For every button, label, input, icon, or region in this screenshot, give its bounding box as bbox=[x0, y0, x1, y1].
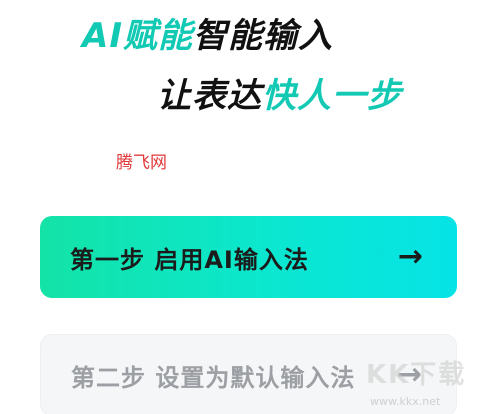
site-logo-text: KK下载 bbox=[366, 360, 467, 390]
headline-line-2: 让表达快人一步 bbox=[157, 76, 402, 116]
arrow-right-icon: → bbox=[397, 239, 423, 274]
step-1-enable-button[interactable]: 第一步 启用AI输入法 → bbox=[40, 216, 457, 298]
watermark-text: 腾飞网 bbox=[116, 153, 167, 173]
step-2-label: 第二步 设置为默认输入法 bbox=[71, 363, 356, 392]
site-url: www.kkx.net bbox=[370, 395, 441, 408]
headline-accent-faster: 快人一步 bbox=[262, 76, 402, 116]
headline-smart-input: 智能输入 bbox=[192, 16, 333, 56]
page: AI赋能智能输入 让表达快人一步 腾飞网 第一步 启用AI输入法 → 第二步 设… bbox=[0, 0, 480, 414]
step-1-label: 第一步 启用AI输入法 bbox=[70, 245, 309, 274]
headline-accent-ai: AI赋能 bbox=[82, 16, 193, 56]
headline-let-express: 让表达 bbox=[157, 76, 262, 116]
headline-line-1: AI赋能智能输入 bbox=[82, 16, 333, 56]
site-logo: KK下载 www.kkx.net bbox=[356, 350, 476, 410]
